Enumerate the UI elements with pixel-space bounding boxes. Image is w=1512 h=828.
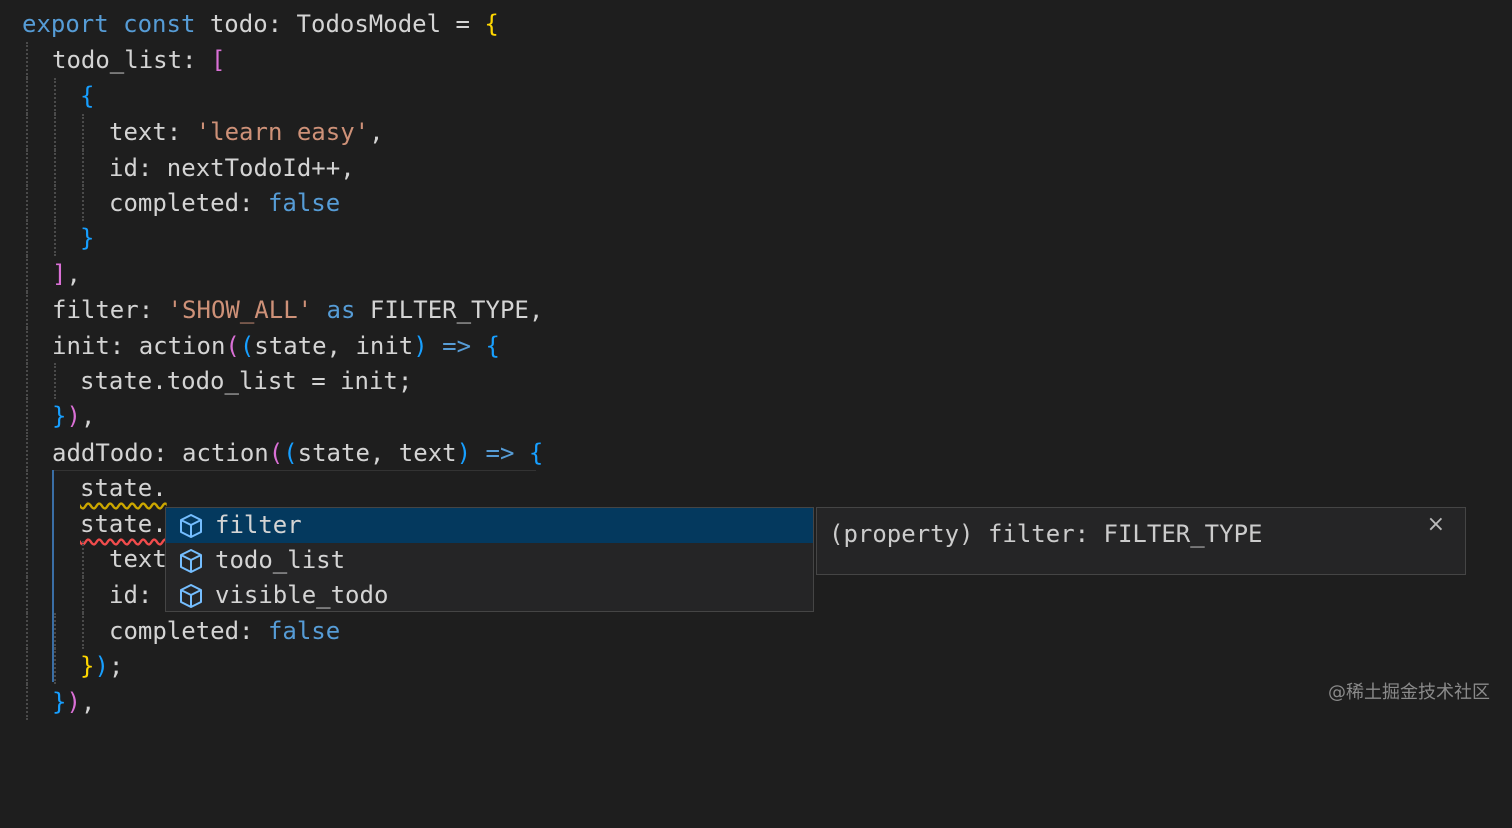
property-type-detail: (property) filter: FILTER_TYPE: [829, 520, 1263, 548]
code-text: todo_list: [: [52, 46, 226, 74]
code-text: ],: [52, 260, 81, 288]
indent-guide: [26, 541, 28, 577]
indent-guide: [26, 435, 28, 471]
indent-guide: [26, 470, 28, 506]
code-text: state.: [80, 510, 167, 538]
code-line: completed: false: [0, 613, 340, 649]
code-text: id: nextTodoId++,: [109, 154, 355, 182]
code-line: state.: [0, 506, 167, 542]
indent-guide: [26, 577, 28, 613]
property-cube-icon: [178, 513, 204, 539]
code-line: init: action((state, init) => {: [0, 328, 500, 364]
code-line: export const todo: TodosModel = {: [0, 6, 499, 42]
code-line: addTodo: action((state, text) => {: [0, 435, 543, 471]
code-text: }),: [52, 402, 96, 430]
code-line: text: 'learn easy',: [0, 114, 384, 150]
code-text: id:: [109, 581, 153, 609]
code-text: });: [80, 652, 124, 680]
code-text: {: [80, 82, 95, 110]
code-line: text: [0, 541, 167, 577]
code-text: filter: 'SHOW_ALL' as FILTER_TYPE,: [52, 296, 544, 324]
indent-guide: [54, 363, 56, 399]
indent-guide: [54, 78, 56, 114]
indent-guide: [26, 506, 28, 542]
code-line: }: [0, 220, 94, 256]
indent-guide: [54, 150, 56, 186]
close-icon[interactable]: ×: [1427, 512, 1445, 537]
indent-guide: [54, 114, 56, 150]
indent-guide: [82, 114, 84, 150]
code-line: });: [0, 648, 123, 684]
indent-guide: [54, 185, 56, 221]
code-text: }: [80, 224, 95, 252]
code-line: filter: 'SHOW_ALL' as FILTER_TYPE,: [0, 292, 543, 328]
suggest-item-visible-todo[interactable]: visible_todo: [166, 578, 813, 613]
code-editor[interactable]: export const todo: TodosModel = { todo_l…: [0, 0, 1512, 724]
indent-guide: [54, 220, 56, 256]
property-cube-icon: [178, 583, 204, 609]
code-line: todo_list: [: [0, 42, 225, 78]
indent-guide: [82, 613, 84, 649]
indent-guide: [82, 185, 84, 221]
indent-guide: [26, 114, 28, 150]
watermark: @稀土掘金技术社区: [1328, 682, 1490, 703]
indent-guide: [26, 398, 28, 434]
code-text: state.todo_list = init;: [80, 367, 413, 395]
indent-guide: [82, 541, 84, 577]
indent-guide: [26, 684, 28, 720]
code-text: addTodo: action((state, text) => {: [52, 439, 544, 467]
indent-guide: [26, 185, 28, 221]
code-text: completed: false: [109, 617, 341, 645]
property-cube-icon: [178, 548, 204, 574]
code-line: }),: [0, 398, 95, 434]
code-text: text: 'learn easy',: [109, 118, 384, 146]
indent-guide: [26, 78, 28, 114]
indent-guide: [26, 292, 28, 328]
indent-guide: [54, 613, 56, 649]
code-text: state.: [80, 474, 167, 502]
code-text: completed: false: [109, 189, 341, 217]
suggest-item-filter[interactable]: filter: [166, 508, 813, 543]
indent-guide: [26, 220, 28, 256]
indent-guide: [26, 363, 28, 399]
code-text: text: [109, 545, 167, 573]
autocomplete-suggest-list[interactable]: filter todo_list visible_todo: [165, 507, 814, 612]
indent-guide: [26, 648, 28, 684]
indent-guide: [26, 42, 28, 78]
code-line: state.: [0, 470, 167, 506]
indent-guide: [26, 613, 28, 649]
indent-guide: [26, 256, 28, 292]
suggest-details-panel: (property) filter: FILTER_TYPE ×: [816, 507, 1466, 575]
code-text: export const todo: TodosModel = {: [22, 10, 499, 38]
code-text: }),: [52, 688, 96, 716]
indent-guide: [26, 328, 28, 364]
indent-guide: [54, 648, 56, 684]
indent-guide: [82, 150, 84, 186]
code-text: init: action((state, init) => {: [52, 332, 500, 360]
code-line: {: [0, 78, 94, 114]
code-line: completed: false: [0, 185, 340, 221]
suggest-item-todo-list[interactable]: todo_list: [166, 543, 813, 578]
code-line: }),: [0, 684, 95, 720]
code-line: state.todo_list = init;: [0, 363, 412, 399]
code-line: id:: [0, 577, 152, 613]
code-line: ],: [0, 256, 81, 292]
indent-guide: [26, 150, 28, 186]
indent-guide: [82, 577, 84, 613]
code-line: id: nextTodoId++,: [0, 150, 355, 186]
